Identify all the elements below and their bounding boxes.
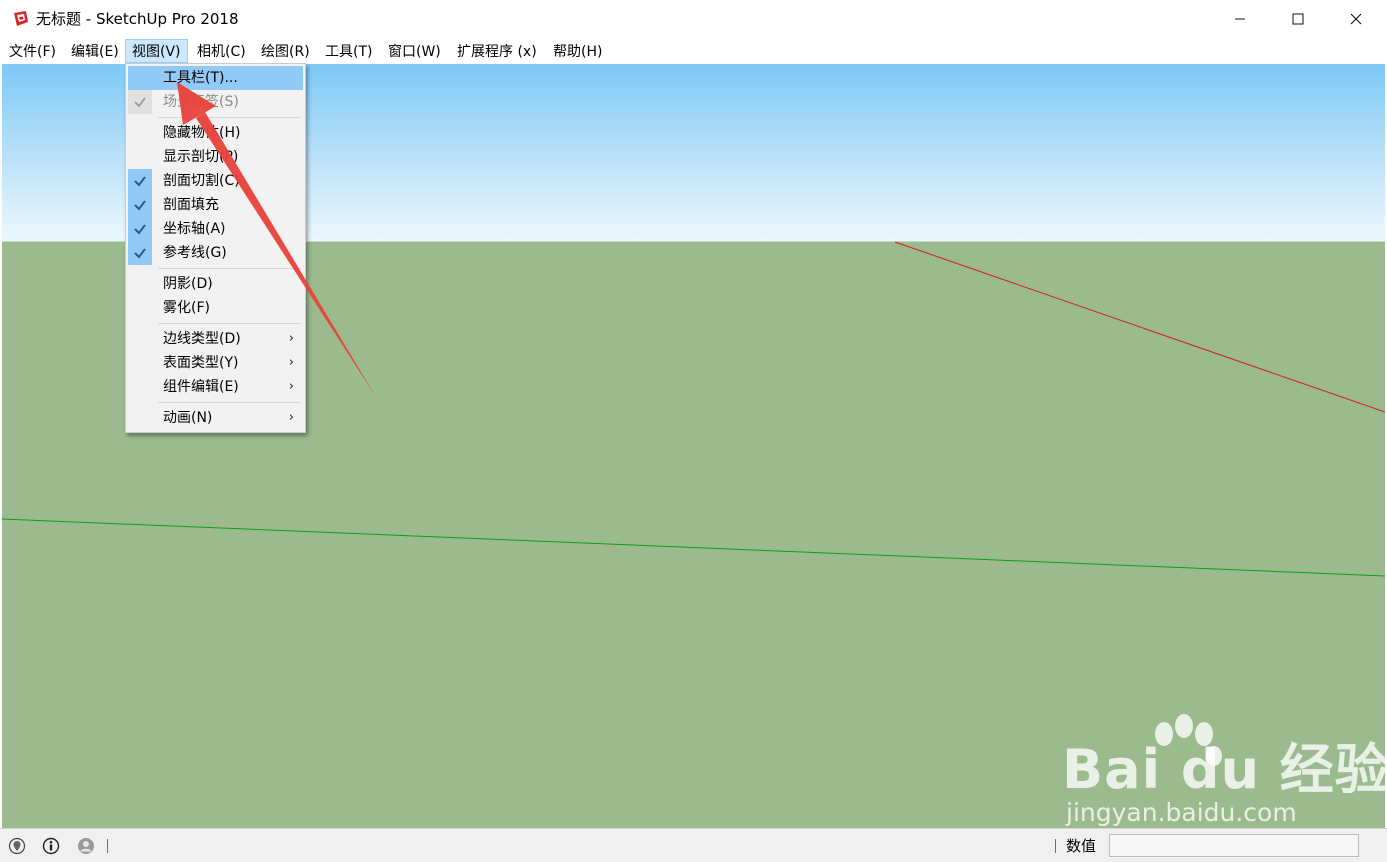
submenu-arrow-icon: ›	[288, 379, 294, 394]
submenu-arrow-icon: ›	[288, 331, 294, 346]
view-menu-toolbars[interactable]: 工具栏(T)...	[128, 66, 303, 90]
view-menu-scene-tabs-label: 场景标签(S)	[163, 94, 239, 110]
menu-camera[interactable]: 相机(C)	[190, 39, 253, 63]
status-separator	[107, 839, 108, 853]
view-menu-axes-label: 坐标轴(A)	[163, 221, 226, 237]
view-menu-hidden-geometry-label: 隐藏物体(H)	[163, 125, 241, 141]
menu-separator	[158, 117, 301, 118]
view-menu-animation[interactable]: 动画(N) ›	[128, 406, 303, 430]
window-title: 无标题 - SketchUp Pro 2018	[36, 10, 239, 28]
menu-separator	[158, 323, 301, 324]
geo-location-icon[interactable]	[8, 837, 26, 855]
view-menu-component-edit-label: 组件编辑(E)	[163, 379, 239, 395]
credits-icon[interactable]	[42, 837, 60, 855]
view-menu-face-style-label: 表面类型(Y)	[163, 355, 239, 371]
menu-extensions[interactable]: 扩展程序 (x)	[450, 39, 544, 63]
menu-tools[interactable]: 工具(T)	[318, 39, 379, 63]
minimize-icon	[1235, 18, 1245, 20]
view-menu-toolbars-label: 工具栏(T)...	[163, 70, 238, 86]
view-menu-axes[interactable]: 坐标轴(A)	[128, 217, 303, 241]
menu-help[interactable]: 帮助(H)	[546, 39, 609, 63]
submenu-arrow-icon: ›	[288, 410, 294, 425]
view-menu-face-style[interactable]: 表面类型(Y) ›	[128, 351, 303, 375]
menu-separator	[158, 402, 301, 403]
minimize-button[interactable]	[1211, 0, 1269, 38]
view-menu-section-fill-label: 剖面填充	[163, 197, 219, 213]
view-menu-guides[interactable]: 参考线(G)	[128, 241, 303, 265]
check-icon	[128, 217, 152, 241]
menu-edit[interactable]: 编辑(E)	[64, 39, 126, 63]
check-icon	[128, 169, 152, 193]
red-axis	[894, 241, 1385, 413]
check-icon	[128, 90, 152, 114]
view-menu-section-cuts[interactable]: 剖面切割(C)	[128, 169, 303, 193]
submenu-arrow-icon: ›	[288, 355, 294, 370]
check-icon	[128, 193, 152, 217]
menu-separator	[158, 268, 301, 269]
measurements-label: 数值	[1066, 837, 1097, 855]
view-menu-scene-tabs: 场景标签(S)	[128, 90, 303, 114]
sketchup-logo-icon	[14, 11, 28, 26]
view-menu-animation-label: 动画(N)	[163, 410, 213, 426]
view-menu-section-planes-label: 显示剖切(P)	[163, 149, 239, 165]
menu-file[interactable]: 文件(F)	[2, 39, 63, 63]
measurements-input[interactable]	[1109, 834, 1359, 857]
maximize-button[interactable]	[1269, 0, 1327, 38]
view-menu-guides-label: 参考线(G)	[163, 245, 227, 261]
menu-bar: 文件(F) 编辑(E) 视图(V) 相机(C) 绘图(R) 工具(T) 窗口(W…	[0, 38, 1387, 64]
user-account-icon[interactable]	[77, 837, 95, 855]
check-icon	[128, 241, 152, 265]
view-menu-fog-label: 雾化(F)	[163, 300, 210, 316]
view-menu-shadows[interactable]: 阴影(D)	[128, 272, 303, 296]
close-icon	[1350, 13, 1362, 25]
view-menu-shadows-label: 阴影(D)	[163, 276, 213, 292]
menu-window[interactable]: 窗口(W)	[381, 39, 448, 63]
view-menu-section-planes[interactable]: 显示剖切(P)	[128, 145, 303, 169]
view-menu-edge-style-label: 边线类型(D)	[163, 331, 241, 347]
view-menu-section-fill[interactable]: 剖面填充	[128, 193, 303, 217]
status-separator	[1055, 839, 1056, 853]
view-menu-component-edit[interactable]: 组件编辑(E) ›	[128, 375, 303, 399]
green-axis	[2, 518, 1385, 577]
status-bar: 数值	[0, 828, 1387, 862]
view-menu-edge-style[interactable]: 边线类型(D) ›	[128, 327, 303, 351]
menu-draw[interactable]: 绘图(R)	[254, 39, 317, 63]
menu-view[interactable]: 视图(V)	[125, 39, 188, 63]
maximize-icon	[1292, 13, 1304, 25]
close-button[interactable]	[1327, 0, 1385, 38]
view-menu-fog[interactable]: 雾化(F)	[128, 296, 303, 320]
view-menu-section-cuts-label: 剖面切割(C)	[163, 173, 240, 189]
view-menu-hidden-geometry[interactable]: 隐藏物体(H)	[128, 121, 303, 145]
view-menu-dropdown: 工具栏(T)... 场景标签(S) 隐藏物体(H) 显示剖切(P) 剖面切割(C…	[125, 63, 306, 433]
title-bar: 无标题 - SketchUp Pro 2018	[0, 0, 1387, 38]
